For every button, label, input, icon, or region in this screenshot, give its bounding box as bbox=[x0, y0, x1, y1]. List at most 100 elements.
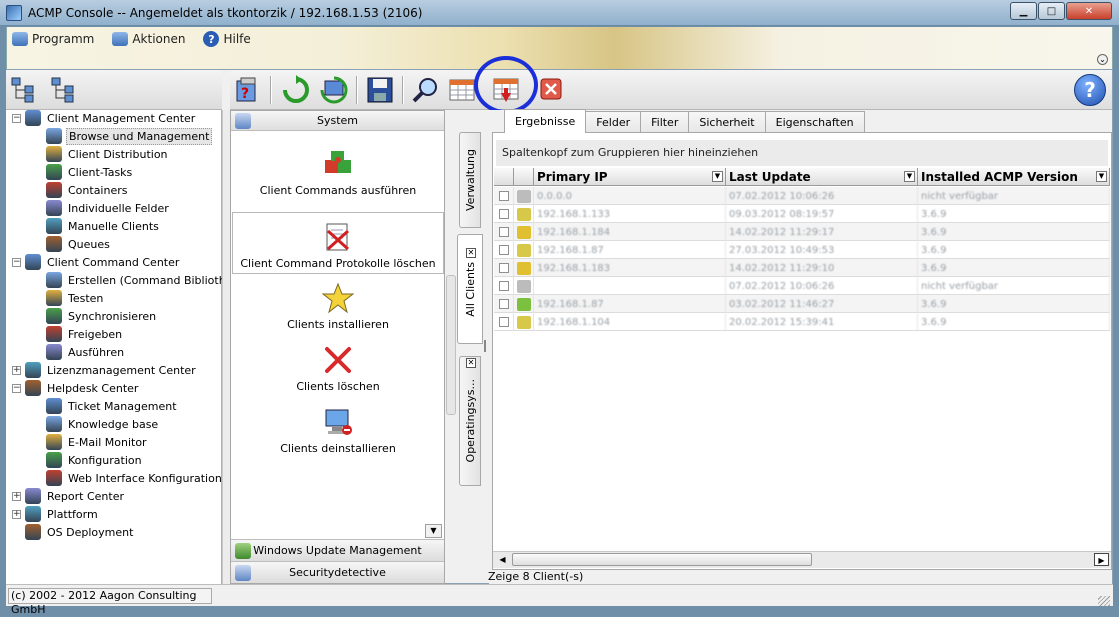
column-filter-icon[interactable]: ▼ bbox=[904, 171, 915, 182]
banner-collapse-icon[interactable]: ⌄ bbox=[1097, 54, 1108, 65]
maximize-button[interactable]: □ bbox=[1038, 2, 1065, 20]
row-checkbox[interactable] bbox=[494, 277, 514, 295]
row-checkbox[interactable] bbox=[494, 223, 514, 241]
command-panel-scrollbar[interactable] bbox=[446, 275, 456, 415]
toolbar-separator bbox=[356, 76, 358, 104]
cmd-clients-installieren[interactable]: Clients installieren bbox=[232, 274, 444, 336]
expand-icon[interactable]: + bbox=[12, 491, 21, 501]
tree-node[interactable]: + Lizenzmanagement Center bbox=[12, 361, 198, 379]
close-tab-all-clients-icon[interactable]: ✕ bbox=[466, 248, 476, 258]
expand-icon[interactable]: + bbox=[12, 365, 21, 375]
tree-node[interactable]: Client Distribution bbox=[46, 145, 170, 163]
menu-hilfe[interactable]: ? Hilfe bbox=[201, 30, 252, 48]
tree-node[interactable]: − Client Command Center bbox=[12, 253, 181, 271]
menu-aktionen[interactable]: Aktionen bbox=[110, 31, 187, 47]
tree-node[interactable]: + Report Center bbox=[12, 487, 126, 505]
client-icon bbox=[514, 187, 534, 205]
tree-node[interactable]: Individuelle Felder bbox=[46, 199, 171, 217]
collapse-icon[interactable]: − bbox=[12, 257, 21, 267]
search-button[interactable] bbox=[410, 74, 442, 106]
resize-grip[interactable] bbox=[1098, 596, 1110, 606]
column-installed-acmp-version[interactable]: Installed ACMP Version ▼ bbox=[918, 168, 1110, 186]
cancel-button[interactable] bbox=[538, 76, 564, 102]
scroll-left-button[interactable]: ◀ bbox=[495, 553, 510, 566]
column-last-update[interactable]: Last Update ▼ bbox=[726, 168, 918, 186]
tree-expand-icon[interactable] bbox=[50, 76, 78, 104]
tab-eigenschaften[interactable]: Eigenschaften bbox=[764, 111, 865, 133]
row-checkbox[interactable] bbox=[494, 187, 514, 205]
collapse-icon[interactable]: − bbox=[12, 113, 21, 123]
tab-filter[interactable]: Filter bbox=[640, 111, 690, 133]
collapse-icon[interactable]: − bbox=[12, 383, 21, 393]
menu-programm[interactable]: Programm bbox=[10, 31, 96, 47]
help-button[interactable]: ? bbox=[1074, 74, 1106, 106]
table-row[interactable]: 0.0.0.0 07.02.2012 10:06:26 nicht verfügba… bbox=[494, 187, 1110, 205]
tree-node[interactable]: Erstellen (Command Bibliothek) bbox=[46, 271, 245, 289]
table-row[interactable]: 07.02.2012 10:06:26 nicht verfügbar bbox=[494, 277, 1110, 295]
tree-node[interactable]: Synchronisieren bbox=[46, 307, 158, 325]
column-filter-icon[interactable]: ▼ bbox=[712, 171, 723, 182]
column-primary-ip[interactable]: Primary IP ▼ bbox=[534, 168, 726, 186]
close-button[interactable]: ✕ bbox=[1066, 2, 1112, 20]
tree-node-icon bbox=[46, 398, 62, 414]
horizontal-scroll-thumb[interactable] bbox=[512, 553, 812, 566]
tree-node[interactable]: + Plattform bbox=[12, 505, 100, 523]
row-checkbox[interactable] bbox=[494, 259, 514, 277]
table-row[interactable]: 192.168.1.183 14.02.2012 11:29:10 3.6.9 bbox=[494, 259, 1110, 277]
row-checkbox[interactable] bbox=[494, 241, 514, 259]
grid-view-button[interactable] bbox=[446, 74, 478, 106]
close-tab-operatingsys-icon[interactable]: ✕ bbox=[466, 358, 476, 368]
save-button[interactable] bbox=[364, 74, 396, 106]
tree-node[interactable]: − Helpdesk Center bbox=[12, 379, 140, 397]
tree-node[interactable]: Knowledge base bbox=[46, 415, 160, 433]
tree-node[interactable]: Ausführen bbox=[46, 343, 126, 361]
column-last-update-label: Last Update bbox=[729, 170, 811, 184]
windows-update-icon bbox=[235, 543, 251, 559]
tree-node[interactable]: Testen bbox=[46, 289, 105, 307]
cmd-client-command-protokolle-loeschen[interactable]: Client Command Protokolle löschen bbox=[232, 212, 444, 274]
tree-node[interactable]: Web Interface Konfiguration bbox=[46, 469, 224, 487]
row-checkbox[interactable] bbox=[494, 295, 514, 313]
column-filter-icon[interactable]: ▼ bbox=[1096, 171, 1107, 182]
row-checkbox[interactable] bbox=[494, 313, 514, 331]
tree-node[interactable]: Ticket Management bbox=[46, 397, 179, 415]
tree-node[interactable]: Freigeben bbox=[46, 325, 124, 343]
tree-node[interactable]: Konfiguration bbox=[46, 451, 144, 469]
command-scroll-down-button[interactable]: ▼ bbox=[425, 524, 442, 538]
group-by-drop-area[interactable]: Spaltenkopf zum Gruppieren hier hineinzi… bbox=[496, 140, 1108, 166]
tab-verwaltung[interactable]: Verwaltung bbox=[459, 132, 481, 228]
tree-node[interactable]: OS Deployment bbox=[12, 523, 135, 541]
table-row[interactable]: 192.168.1.184 14.02.2012 11:29:17 3.6.9 bbox=[494, 223, 1110, 241]
panel-windows-update-management[interactable]: Windows Update Management bbox=[231, 539, 444, 561]
table-row[interactable]: 192.168.1.133 09.03.2012 08:19:57 3.6.9 bbox=[494, 205, 1110, 223]
scroll-right-button[interactable]: ▶ bbox=[1094, 553, 1109, 566]
tree-node[interactable]: Queues bbox=[46, 235, 112, 253]
tab-ergebnisse[interactable]: Ergebnisse bbox=[504, 109, 587, 133]
panel-securitydetective[interactable]: Securitydetective bbox=[231, 561, 444, 583]
table-row[interactable]: 192.168.1.104 20.02.2012 15:39:41 3.6.9 bbox=[494, 313, 1110, 331]
tree-splitter[interactable] bbox=[222, 110, 230, 584]
tree-node[interactable]: Browse und Management bbox=[46, 127, 213, 145]
row-checkbox[interactable] bbox=[494, 205, 514, 223]
minimize-button[interactable]: ▁ bbox=[1010, 2, 1037, 20]
cmd-client-commands-ausfuehren[interactable]: Client Commands ausführen bbox=[232, 140, 444, 202]
tab-sicherheit[interactable]: Sicherheit bbox=[688, 111, 766, 133]
table-row[interactable]: 192.168.1.87 03.02.2012 11:46:27 3.6.9 bbox=[494, 295, 1110, 313]
cmd-clients-deinstallieren[interactable]: Clients deinstallieren bbox=[232, 398, 444, 460]
properties-button[interactable]: ? bbox=[232, 74, 264, 106]
tree-node[interactable]: E-Mail Monitor bbox=[46, 433, 149, 451]
tree-node[interactable]: Manuelle Clients bbox=[46, 217, 161, 235]
command-panel-header[interactable]: System bbox=[231, 111, 444, 131]
refresh-button[interactable] bbox=[280, 74, 312, 106]
expand-icon[interactable]: + bbox=[12, 509, 21, 519]
tree-node[interactable]: Containers bbox=[46, 181, 130, 199]
tree-node[interactable]: Client-Tasks bbox=[46, 163, 134, 181]
tab-operatingsys[interactable]: Operatingsys... bbox=[459, 356, 481, 486]
tree-node[interactable]: − Client Management Center bbox=[12, 109, 197, 127]
tree-view-icon[interactable] bbox=[10, 76, 38, 104]
sync-button[interactable] bbox=[318, 74, 350, 106]
tab-felder[interactable]: Felder bbox=[585, 111, 642, 133]
cell-last-update: 07.02.2012 10:06:26 bbox=[726, 187, 918, 205]
table-row[interactable]: 192.168.1.87 27.03.2012 10:49:53 3.6.9 bbox=[494, 241, 1110, 259]
cmd-clients-loeschen[interactable]: Clients löschen bbox=[232, 336, 444, 398]
